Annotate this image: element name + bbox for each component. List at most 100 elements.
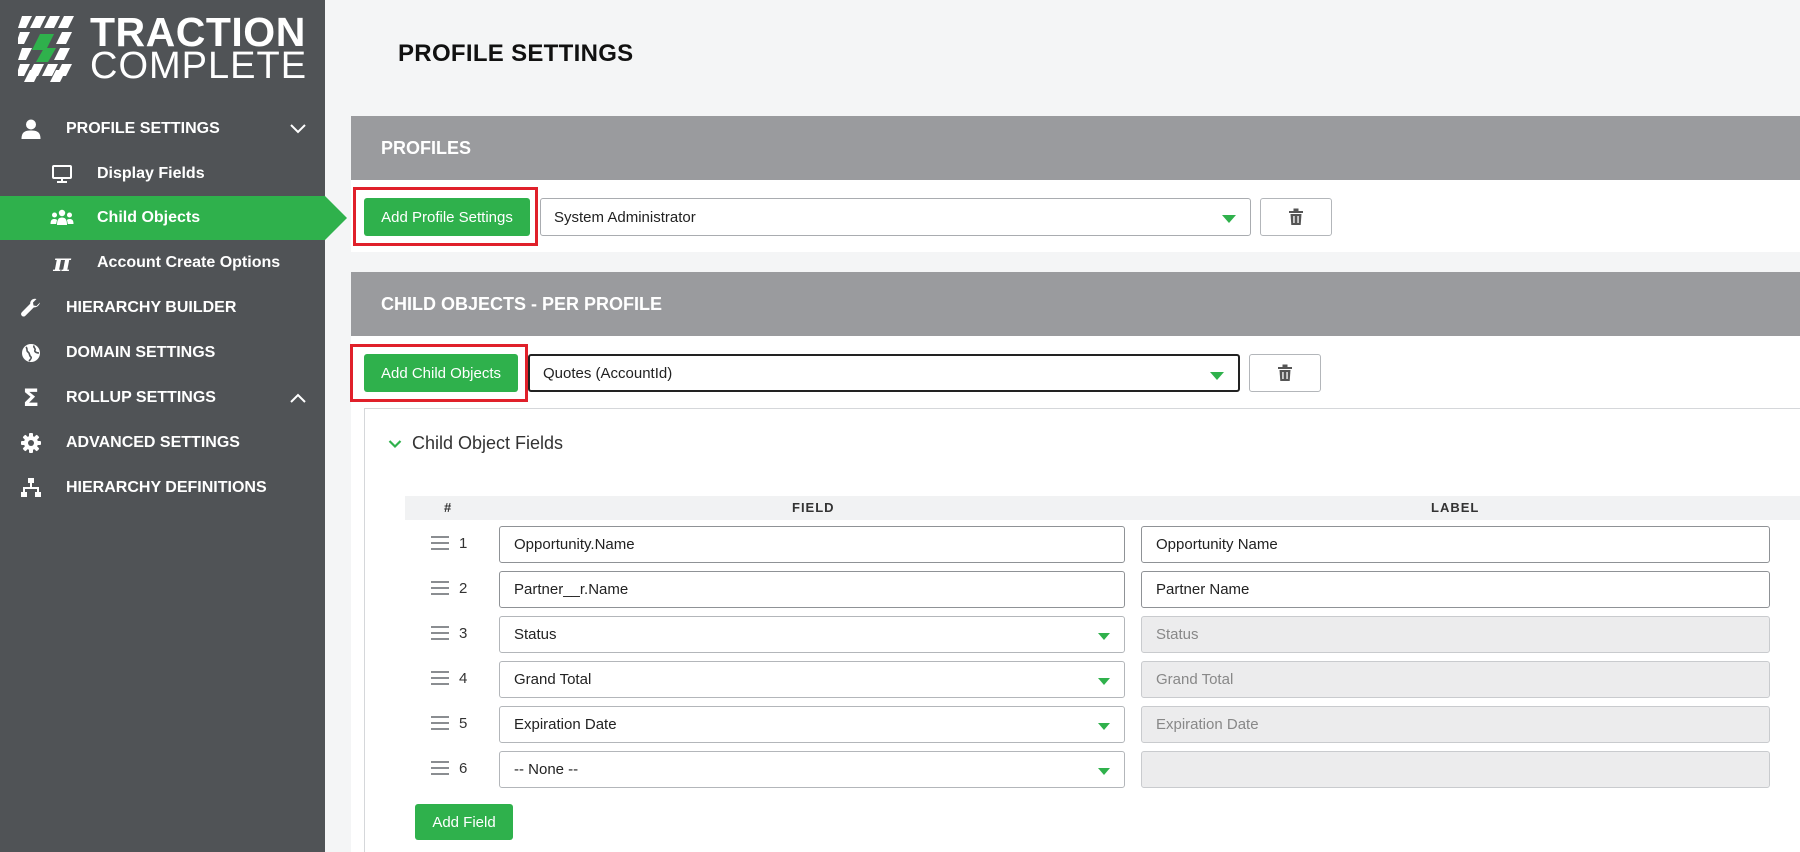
globe-icon: [19, 341, 43, 365]
label-input[interactable]: Opportunity Name: [1141, 526, 1770, 563]
label-value: Expiration Date: [1156, 716, 1259, 733]
child-objects-section-header: CHILD OBJECTS - PER PROFILE: [351, 272, 1800, 336]
label-input[interactable]: Partner Name: [1141, 571, 1770, 608]
group-icon: [50, 206, 74, 230]
label-input: Expiration Date: [1141, 706, 1770, 743]
delete-profile-button[interactable]: [1260, 198, 1332, 236]
sidebar-item-domain-settings[interactable]: DOMAIN SETTINGS: [0, 331, 325, 375]
sidebar-item-child-objects[interactable]: Child Objects: [0, 196, 325, 240]
field-select[interactable]: Expiration Date: [499, 706, 1125, 743]
trash-icon: [1278, 364, 1292, 381]
logo-text-complete: COMPLETE: [90, 45, 308, 87]
label-input: Grand Total: [1141, 661, 1770, 698]
label-value: Partner Name: [1156, 581, 1250, 598]
table-row: 1 Opportunity.Name Opportunity Name: [405, 526, 1800, 563]
field-value: Status: [514, 626, 557, 643]
chevron-down-icon[interactable]: [286, 117, 310, 141]
table-row: 6 -- None --: [405, 751, 1800, 788]
fields-table-header: # FIELD LABEL: [405, 496, 1800, 520]
delete-child-object-button[interactable]: [1249, 354, 1321, 392]
sidebar-item-label: Child Objects: [97, 209, 201, 226]
sidebar-item-display-fields[interactable]: Display Fields: [0, 152, 325, 196]
label-value: Status: [1156, 626, 1199, 643]
sidebar-item-label: HIERARCHY BUILDER: [66, 299, 237, 316]
row-number: 1: [459, 535, 468, 552]
drag-handle-icon[interactable]: [431, 536, 449, 552]
field-select[interactable]: -- None --: [499, 751, 1125, 788]
label-value: Opportunity Name: [1156, 536, 1278, 553]
field-select[interactable]: Grand Total: [499, 661, 1125, 698]
child-object-fields-toggle[interactable]: Child Object Fields: [388, 433, 563, 454]
page-title: PROFILE SETTINGS: [398, 40, 634, 67]
profile-select-value: System Administrator: [554, 208, 696, 226]
sidebar: TRACTION COMPLETE PROFILE SETTINGS Displ…: [0, 0, 347, 852]
label-value: Grand Total: [1156, 671, 1234, 688]
table-row: 3 Status Status: [405, 616, 1800, 653]
sidebar-item-label: DOMAIN SETTINGS: [66, 344, 216, 361]
drag-handle-icon[interactable]: [431, 716, 449, 732]
label-input: [1141, 751, 1770, 788]
gear-icon: [19, 431, 43, 455]
drag-handle-icon[interactable]: [431, 581, 449, 597]
field-value: Expiration Date: [514, 716, 617, 733]
field-select[interactable]: Status: [499, 616, 1125, 653]
monitor-icon: [50, 162, 74, 186]
sidebar-item-label: HIERARCHY DEFINITIONS: [66, 479, 267, 496]
drag-handle-icon[interactable]: [431, 761, 449, 777]
row-number: 4: [459, 670, 468, 687]
field-value: -- None --: [514, 761, 579, 778]
chevron-up-icon[interactable]: [286, 386, 310, 410]
sidebar-item-label: PROFILE SETTINGS: [66, 120, 220, 137]
sidebar-item-label: ROLLUP SETTINGS: [66, 389, 216, 406]
table-row: 4 Grand Total Grand Total: [405, 661, 1800, 698]
field-input[interactable]: Partner__r.Name: [499, 571, 1125, 608]
field-value: Opportunity.Name: [514, 536, 635, 553]
sidebar-item-label: Account Create Options: [97, 254, 281, 271]
sidebar-item-account-create-options[interactable]: π Account Create Options: [0, 241, 325, 285]
profile-select[interactable]: System Administrator: [540, 198, 1251, 236]
caret-down-icon: [1098, 723, 1110, 730]
wrench-icon: [19, 296, 43, 320]
drag-handle-icon[interactable]: [431, 626, 449, 642]
sitemap-icon: [19, 476, 43, 500]
traction-complete-logo: TRACTION COMPLETE: [18, 10, 308, 87]
active-indicator-arrow: [325, 196, 347, 240]
profiles-section-header: PROFILES: [351, 116, 1800, 180]
table-row: 5 Expiration Date Expiration Date: [405, 706, 1800, 743]
chevron-down-icon: [388, 439, 402, 449]
sidebar-item-label: ADVANCED SETTINGS: [66, 434, 240, 451]
sidebar-item-advanced-settings[interactable]: ADVANCED SETTINGS: [0, 421, 325, 465]
drag-handle-icon[interactable]: [431, 671, 449, 687]
sidebar-item-label: Display Fields: [97, 165, 205, 182]
row-number: 2: [459, 580, 468, 597]
row-number: 6: [459, 760, 468, 777]
column-header-label: LABEL: [1431, 500, 1480, 515]
user-icon: [19, 117, 43, 141]
sidebar-item-hierarchy-definitions[interactable]: HIERARCHY DEFINITIONS: [0, 466, 325, 510]
sigma-icon: Σ: [22, 384, 40, 412]
field-input[interactable]: Opportunity.Name: [499, 526, 1125, 563]
column-header-field: FIELD: [792, 500, 835, 515]
table-row: 2 Partner__r.Name Partner Name: [405, 571, 1800, 608]
add-field-button[interactable]: Add Field: [415, 804, 513, 840]
caret-down-icon: [1098, 633, 1110, 640]
pi-icon: π: [53, 248, 71, 277]
column-header-num: #: [444, 500, 453, 515]
field-value: Grand Total: [514, 671, 592, 688]
caret-down-icon: [1098, 768, 1110, 775]
label-input: Status: [1141, 616, 1770, 653]
logo-mark-icon: [18, 16, 74, 82]
caret-down-icon: [1098, 678, 1110, 685]
trash-icon: [1289, 208, 1303, 225]
sidebar-item-profile-settings[interactable]: PROFILE SETTINGS: [0, 107, 325, 151]
child-object-select[interactable]: Quotes (AccountId): [528, 354, 1240, 392]
add-profile-settings-button[interactable]: Add Profile Settings: [364, 198, 530, 236]
field-value: Partner__r.Name: [514, 581, 629, 598]
row-number: 3: [459, 625, 468, 642]
row-number: 5: [459, 715, 468, 732]
sidebar-item-rollup-settings[interactable]: Σ ROLLUP SETTINGS: [0, 376, 325, 420]
panel-title-text: Child Object Fields: [412, 433, 564, 453]
add-child-objects-button[interactable]: Add Child Objects: [364, 354, 518, 392]
sidebar-item-hierarchy-builder[interactable]: HIERARCHY BUILDER: [0, 286, 325, 330]
child-object-select-value: Quotes (AccountId): [543, 364, 673, 382]
